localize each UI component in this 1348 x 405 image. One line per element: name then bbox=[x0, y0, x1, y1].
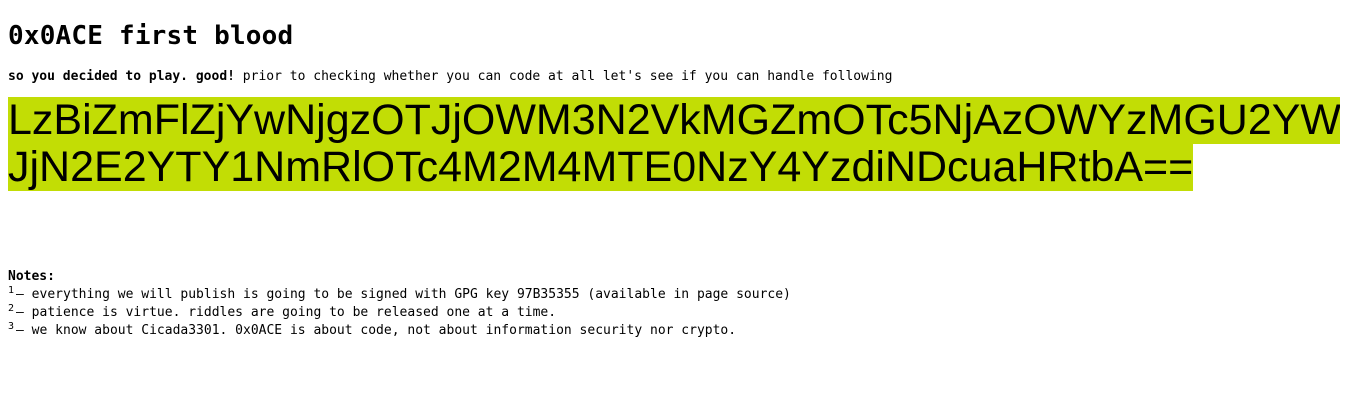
note-item: 3— we know about Cicada3301. 0x0ACE is a… bbox=[8, 321, 1340, 340]
cipher-line-1: LzBiZmFlZjYwNjgzOTJjOWM3N2VkMGZmOTc5NjAz… bbox=[8, 97, 1340, 144]
note-number: 1 bbox=[8, 285, 15, 296]
note-number: 2 bbox=[8, 303, 15, 314]
note-text: — patience is virtue. riddles are going … bbox=[16, 305, 557, 320]
note-text: — everything we will publish is going to… bbox=[16, 287, 791, 302]
cipher-block: LzBiZmFlZjYwNjgzOTJjOWM3N2VkMGZmOTc5NjAz… bbox=[8, 97, 1340, 191]
note-number: 3 bbox=[8, 321, 15, 332]
page: 0x0ACE first blood so you decided to pla… bbox=[0, 0, 1348, 340]
note-text: — we know about Cicada3301. 0x0ACE is ab… bbox=[16, 323, 737, 338]
cipher-line-2: JjN2E2YTY1NmRlOTc4M2M4MTE0NzY4YzdiNDcuaH… bbox=[8, 143, 1194, 191]
intro-bold: so you decided to play. good! bbox=[8, 69, 235, 84]
notes-section: Notes: 1— everything we will publish is … bbox=[8, 268, 1340, 340]
notes-title: Notes: bbox=[8, 269, 55, 284]
intro-text: prior to checking whether you can code a… bbox=[234, 69, 893, 84]
note-item: 1— everything we will publish is going t… bbox=[8, 285, 1340, 304]
intro-paragraph: so you decided to play. good! prior to c… bbox=[8, 69, 1340, 85]
note-item: 2— patience is virtue. riddles are going… bbox=[8, 303, 1340, 322]
page-title: 0x0ACE first blood bbox=[8, 21, 294, 51]
